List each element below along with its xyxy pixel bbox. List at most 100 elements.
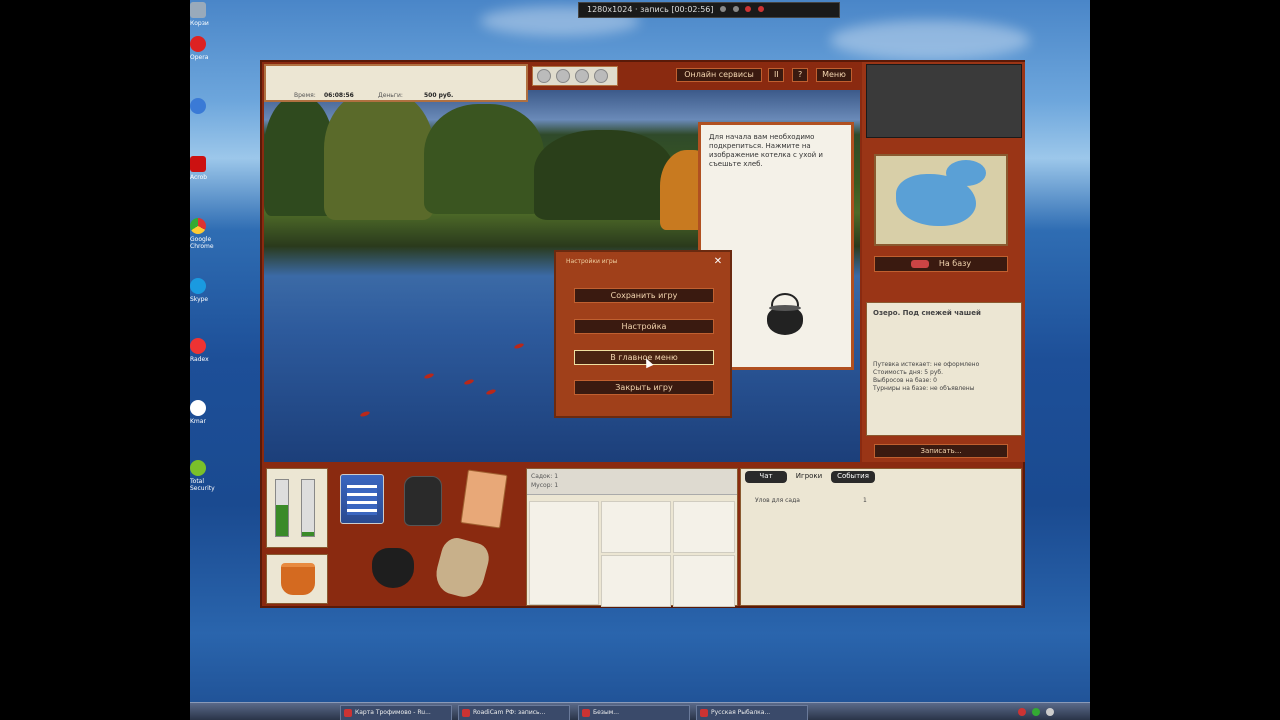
hint-text: Для начала вам необходимо подкрепиться. … (709, 133, 823, 168)
weather-icon (594, 69, 608, 83)
notebook-icon[interactable] (460, 469, 508, 529)
kettle-icon[interactable] (763, 293, 805, 337)
tray-icon[interactable] (1018, 708, 1026, 716)
tab-events[interactable]: События (831, 471, 875, 483)
pause-button[interactable]: II (768, 68, 784, 82)
weather-icon (556, 69, 570, 83)
gauge-fill (302, 531, 314, 536)
letterbox-right (1090, 0, 1280, 720)
desktop-icon-opera[interactable]: Opera (190, 36, 230, 61)
desktop-icon-ie[interactable] (190, 98, 230, 116)
taskbar-item[interactable]: RoadiCam РФ: запись... (458, 705, 570, 720)
weather-icon (537, 69, 551, 83)
desktop-icon-skype[interactable]: Skype (190, 278, 230, 303)
desktop-icon-label: Skype (190, 296, 209, 303)
gauge-bar-energy (275, 479, 289, 537)
desktop-icon-chrome[interactable]: Google Chrome (190, 218, 230, 250)
money-value: 500 руб. (424, 92, 454, 99)
close-icon[interactable]: ✕ (712, 256, 724, 268)
game-menu-dialog: Настройки игры ✕ Сохранить игру Настройк… (554, 250, 732, 418)
energy-gauge (266, 468, 328, 548)
media-icon (190, 400, 206, 416)
preview-box (866, 64, 1022, 138)
recycle-bin-icon (190, 2, 206, 18)
lake-map[interactable] (874, 154, 1008, 246)
taskbar-item[interactable]: Безым... (578, 705, 690, 720)
lake-shape (946, 160, 986, 186)
time-value: 06:08:56 (324, 92, 354, 99)
grid-cell[interactable] (529, 501, 599, 605)
taskbar: Карта Трофимово - Ru... RoadiCam РФ: зап… (190, 702, 1090, 720)
taskbar-item[interactable]: Русская Рыбалка... (696, 705, 808, 720)
pot-icon[interactable] (372, 548, 414, 588)
menu-button[interactable]: Меню (816, 68, 852, 82)
desktop-icon-label: Google Chrome (190, 236, 214, 250)
trash-count: Мусор: 1 (531, 482, 559, 489)
lake-title: Озеро. Под снежей чашей (873, 309, 981, 317)
desktop-icon-label: Kmar (190, 418, 206, 425)
leaf (359, 410, 371, 418)
gauge-fill (276, 505, 288, 536)
desktop-icon-recycle[interactable]: Корзи (190, 2, 230, 27)
tree (424, 104, 544, 214)
desktop-icon-radex[interactable]: Radex (190, 338, 230, 363)
record-icon[interactable] (745, 6, 752, 12)
weather-indicator (532, 66, 618, 86)
radex-icon (190, 338, 206, 354)
chat-row-name: Улов для сада (755, 497, 800, 504)
grid-cell[interactable] (673, 501, 735, 553)
weather-icon (575, 69, 589, 83)
close-game-button[interactable]: Закрыть игру (574, 380, 714, 395)
grid-cell[interactable] (601, 555, 671, 607)
leaf (463, 378, 475, 386)
save-game-button[interactable]: Сохранить игру (574, 288, 714, 303)
tree (324, 90, 434, 220)
desktop-icon-security[interactable]: Total Security (190, 460, 230, 492)
thermos-icon[interactable] (404, 476, 442, 526)
desktop-icon-label: Radex (190, 356, 209, 363)
tab-players[interactable]: Игроки (789, 471, 829, 483)
chat-row-value: 1 (863, 497, 867, 504)
taskbar-item[interactable]: Карта Трофимово - Ru... (340, 705, 452, 720)
keepnet-grid: Садок: 1 Мусор: 1 (526, 468, 738, 607)
leaf (513, 342, 525, 350)
sign-up-button[interactable]: Записать... (874, 444, 1008, 458)
grid-cell[interactable] (673, 555, 735, 607)
shield-icon (190, 460, 206, 476)
online-services-button[interactable]: Онлайн сервисы (676, 68, 762, 82)
desktop-icon-acrobat[interactable]: Acrob (190, 156, 230, 181)
settings-button[interactable]: Настройка (574, 319, 714, 334)
bucket-slot[interactable] (266, 554, 328, 604)
stop-icon[interactable] (757, 6, 764, 12)
tackle-box-icon[interactable] (340, 474, 384, 524)
go-to-base-label: На базу (938, 259, 972, 268)
acrobat-icon (190, 156, 206, 172)
opera-icon (190, 36, 206, 52)
desktop-icon-label: Корзи (190, 20, 209, 27)
kettle-rim (769, 305, 801, 311)
gauge-bar-hunger (301, 479, 315, 537)
keepnet-count: Садок: 1 (531, 473, 559, 480)
bucket-icon (281, 563, 315, 595)
desktop-icon-label: Total Security (190, 478, 215, 492)
tray-icon[interactable] (1032, 708, 1040, 716)
desktop-icon-label: Opera (190, 54, 209, 61)
tray-icon[interactable] (1046, 708, 1054, 716)
letterbox-left (0, 0, 190, 720)
draw-icon[interactable] (732, 6, 739, 12)
desktop-icon-label: Acrob (190, 174, 208, 181)
lake-info-line: Путевка истекает: не оформлено (873, 361, 980, 368)
help-button[interactable]: ? (792, 68, 808, 82)
keepnet-header: Садок: 1 Мусор: 1 (527, 469, 737, 495)
grid-cell[interactable] (601, 501, 671, 553)
time-label: Время: (294, 92, 316, 99)
chat-panel: Чат Игроки События Улов для сада 1 (740, 468, 1022, 606)
settings-icon[interactable] (720, 6, 727, 12)
tab-chat[interactable]: Чат (745, 471, 787, 483)
sack-icon[interactable] (431, 534, 493, 602)
skype-icon (190, 278, 206, 294)
screen-recorder-bar[interactable]: 1280x1024 · запись [00:02:56] (578, 2, 840, 18)
desktop-icon-kmar[interactable]: Kmar (190, 400, 230, 425)
go-to-base-button[interactable]: На базу (874, 256, 1008, 272)
lake-info-panel: Озеро. Под снежей чашей Путевка истекает… (866, 302, 1022, 436)
